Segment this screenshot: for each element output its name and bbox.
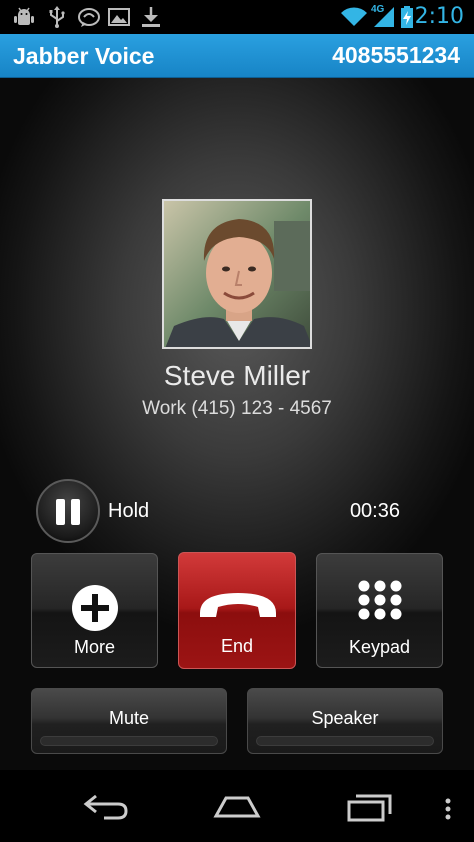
more-button[interactable]: More	[31, 553, 158, 668]
image-icon	[108, 8, 130, 26]
call-timer: 00:36	[349, 500, 400, 522]
download-icon	[142, 7, 160, 27]
wifi-icon	[341, 7, 367, 26]
more-label: More	[73, 637, 115, 657]
back-icon[interactable]	[82, 792, 130, 820]
voicemail-icon	[78, 8, 100, 27]
status-bar: 4G 2:10	[0, 0, 474, 34]
recent-apps-icon[interactable]	[346, 792, 394, 822]
battery-charging-icon	[401, 6, 413, 28]
navigation-bar	[0, 770, 474, 842]
keypad-icon	[358, 580, 402, 620]
mute-button[interactable]: Mute	[31, 688, 227, 754]
plus-circle-icon	[72, 585, 118, 631]
pause-icon	[56, 499, 65, 525]
app-title-bar: Jabber Voice 4085551234	[0, 34, 474, 78]
contact-photo	[162, 199, 312, 349]
end-call-button[interactable]: End	[178, 552, 296, 669]
overflow-menu-icon[interactable]	[444, 798, 452, 820]
clock: 2:10	[414, 4, 464, 29]
keypad-label: Keypad	[348, 637, 411, 657]
contact-number: Work (415) 123 - 4567	[142, 398, 332, 419]
app-title: Jabber Voice	[13, 43, 155, 69]
android-debug-icon	[14, 7, 34, 25]
keypad-button[interactable]: Keypad	[316, 553, 443, 668]
end-label: End	[220, 636, 254, 656]
hold-label: Hold	[108, 500, 150, 522]
speaker-label: Speaker	[311, 708, 379, 728]
hold-button[interactable]	[36, 479, 100, 543]
speaker-button[interactable]: Speaker	[247, 688, 443, 754]
my-phone-number: 4085551234	[332, 42, 460, 68]
speaker-indicator	[256, 736, 434, 746]
contact-name: Steve Miller	[163, 360, 311, 391]
mute-indicator	[40, 736, 218, 746]
in-call-screen: Steve Miller Work (415) 123 - 4567 Hold …	[0, 78, 474, 770]
mute-label: Mute	[108, 708, 150, 728]
end-call-icon	[200, 593, 276, 617]
signal-icon	[374, 7, 394, 27]
home-icon[interactable]	[212, 792, 262, 820]
usb-icon	[49, 6, 65, 28]
